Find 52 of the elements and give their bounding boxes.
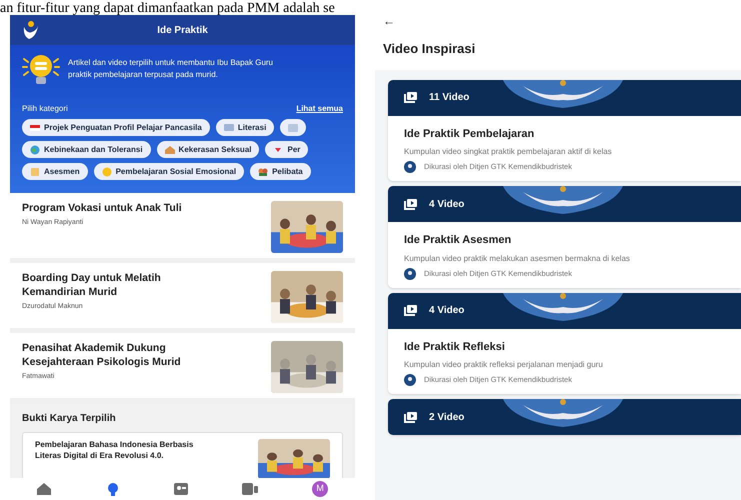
video-count: 11 Video [429,91,470,105]
playlist-icon [404,92,417,103]
section-heading: Bukti Karya Terpilih [22,412,117,426]
category-chip[interactable]: Pelibata [250,163,311,180]
card-title: Pembelajaran Bahasa Indonesia Berbasis Literas Digital di Era Revolusi 4.0. [35,439,194,462]
card-title: Ide Praktik Refleksi [404,340,506,354]
category-chip[interactable]: Kekerasan Seksual [156,141,260,158]
article-title[interactable]: Penasihat Akademik Dukung Kesejahteraan Psikologis Murid [22,341,212,369]
card-title: Ide Praktik Pembelajaran [404,126,536,142]
logo-icon [22,20,40,40]
video-count: 4 Video [429,198,464,212]
curator-logo-icon [404,268,416,280]
section-label: Pilih kategori [22,103,68,115]
video-count: 2 Video [429,410,464,424]
category-chip[interactable]: Literasi [216,119,274,136]
article-title[interactable]: Boarding Day untuk Melatih Kemandirian Murid [22,271,212,299]
category-icon [30,144,40,154]
screen-title: Video Inspirasi [383,40,476,58]
category-icon [30,166,40,176]
category-chip[interactable]: Asesmen [22,163,88,180]
screen-title: Ide Praktik [157,24,208,38]
curator-logo-icon [404,161,416,173]
category-chip[interactable]: Projek Penguatan Profil Pelajar Pancasila [22,119,210,136]
playlist-icon [404,412,417,422]
people-card-icon[interactable] [174,483,188,495]
card-description: Kumpulan video praktik melakukan asesmen bermakna di kelas [404,252,631,264]
video-icon[interactable] [242,483,258,495]
video-card[interactable]: 2 Video [388,399,741,435]
card-title: Ide Praktik Asesmen [404,233,512,248]
see-all-link[interactable]: Lihat semua [296,103,343,115]
category-chip[interactable]: Per [265,141,308,158]
featured-card[interactable]: Pembelajaran Bahasa Indonesia Berbasis Literas Digital di Era Revolusi 4.0. [22,432,343,478]
category-chip[interactable]: Pembelajaran Sosial Emosional [94,163,244,180]
intro-text: Artikel dan video terpilih untuk membantu Ibu Bapak Guru praktik pembelajaran terpusat pada murid. [68,57,274,81]
article-title[interactable]: Program Vokasi untuk Anak Tuli [22,201,212,215]
back-button[interactable]: ← [383,15,395,27]
category-icon [30,122,40,132]
category-icon [258,166,268,176]
category-icon [164,144,175,154]
card-description: Kumpulan video singkat praktik pembelajaran aktif di kelas [404,146,613,157]
document-text: an fitur-fitur yang dapat dimanfaatkan pada PMM adalah se [0,1,335,15]
playlist-icon [404,198,417,210]
profile-avatar[interactable]: M [312,481,328,497]
video-count: 4 Video [429,304,464,318]
curator-logo-icon [404,374,416,386]
playlist-icon [404,305,417,316]
card-description: Kumpulan video praktik refleksi perjalanan menjadi guru [404,359,604,370]
category-chip[interactable]: Kebinekaan dan Toleransi [22,141,151,158]
category-icon [224,122,234,132]
category-icon [288,122,298,132]
home-icon[interactable] [36,483,51,495]
category-icon [102,166,112,176]
